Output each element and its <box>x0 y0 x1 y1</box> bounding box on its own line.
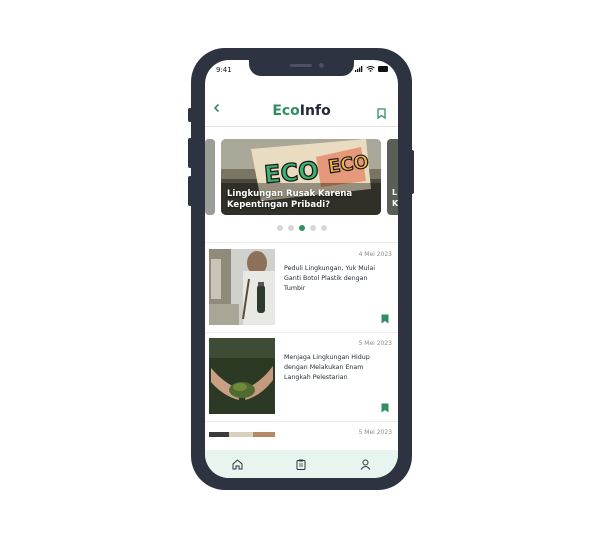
clipboard-icon[interactable] <box>296 455 306 474</box>
carousel-pagination <box>205 225 398 231</box>
article-title[interactable]: Menjaga Lingkungan Hidup dengan Melakuka… <box>284 353 384 383</box>
article-list-item[interactable]: 4 Mei 2023 Peduli Lingkungan, Yuk Mulai … <box>209 249 394 329</box>
bookmark-icon[interactable] <box>381 309 389 328</box>
logo-eco: Eco <box>272 103 300 119</box>
carousel-dot[interactable] <box>309 225 316 231</box>
carousel-slide-main[interactable]: ECO ECO Lingkungan Rusak Karena Kepentin… <box>221 139 381 215</box>
carousel-dot[interactable] <box>276 225 283 231</box>
bookmark-icon[interactable] <box>377 104 386 123</box>
user-icon[interactable] <box>360 455 371 474</box>
bottom-nav <box>205 450 398 478</box>
status-time: 9:41 <box>216 66 232 74</box>
news-carousel[interactable]: ECO ECO Lingkungan Rusak Karena Kepentin… <box>205 139 398 217</box>
carousel-slide-title: Lingkungan Rusak Karena Kepentingan Prib… <box>227 189 353 210</box>
phone-screen: 9:41 EcoInfo ECO ECO Lingkungan Rusak Ka… <box>205 60 398 478</box>
camera <box>319 63 324 68</box>
logo-info: Info <box>299 103 331 119</box>
article-date: 5 Mei 2023 <box>358 429 392 436</box>
divider <box>205 421 398 422</box>
signal-icon <box>355 66 363 72</box>
app-logo: EcoInfo <box>205 103 398 119</box>
app-header: EcoInfo <box>205 100 398 127</box>
divider <box>205 242 398 243</box>
wifi-icon <box>366 66 375 72</box>
article-thumbnail <box>209 427 275 437</box>
divider <box>205 332 398 333</box>
battery-icon <box>378 66 388 72</box>
carousel-next-peek-text: L K <box>392 188 398 208</box>
carousel-dot-active[interactable] <box>298 225 305 231</box>
article-title[interactable]: Peduli Lingkungan, Yuk Mulai Ganti Botol… <box>284 264 384 294</box>
article-date: 4 Mei 2023 <box>358 251 392 258</box>
article-thumbnail <box>209 249 275 325</box>
bookmark-icon[interactable] <box>381 398 389 417</box>
article-list-item[interactable]: 5 Mei 2023 Menjaga Lingkungan Hidup deng… <box>209 338 394 418</box>
notch <box>249 60 354 76</box>
carousel-dot[interactable] <box>320 225 327 231</box>
carousel-dot[interactable] <box>287 225 294 231</box>
carousel-slide-prev[interactable] <box>205 139 215 215</box>
status-icons <box>355 66 389 72</box>
carousel-slide-next[interactable]: L K <box>387 139 398 215</box>
article-date: 5 Mei 2023 <box>358 340 392 347</box>
home-icon[interactable] <box>232 455 243 474</box>
article-thumbnail <box>209 338 275 414</box>
speaker <box>290 64 312 67</box>
